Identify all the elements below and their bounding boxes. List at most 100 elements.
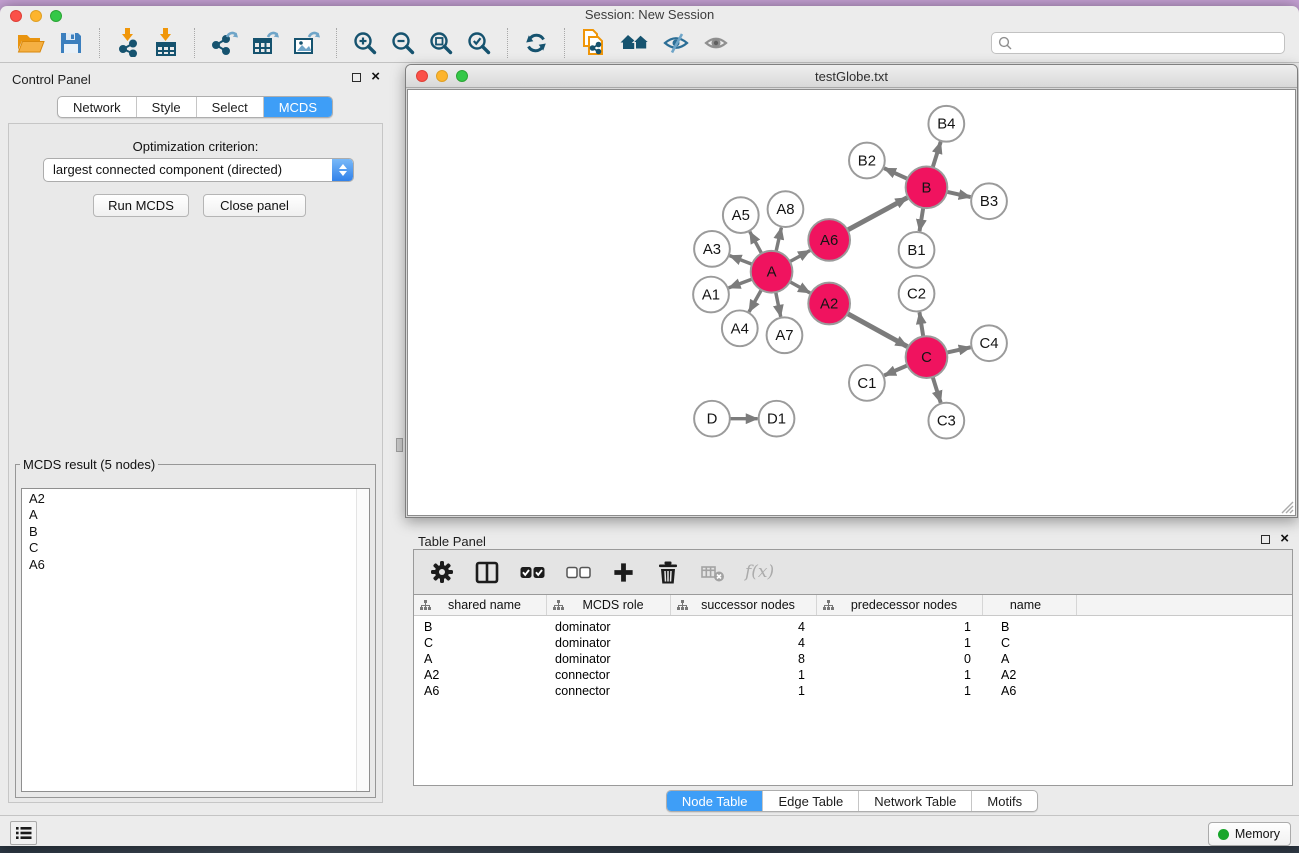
table-row[interactable]: B dominator 4 1 B [414,619,1292,635]
delete-column-button[interactable] [652,555,684,589]
cell-predecessor-nodes[interactable]: 1 [817,684,983,698]
edge-A-A1[interactable] [729,279,752,288]
cell-successor-nodes[interactable]: 1 [671,684,817,698]
task-history-button[interactable] [10,821,37,845]
resize-grip[interactable] [1278,498,1294,514]
import-table-button[interactable] [147,26,185,60]
tab-motifs[interactable]: Motifs [972,791,1037,811]
cell-successor-nodes[interactable]: 8 [671,652,817,666]
add-column-button[interactable] [608,555,639,589]
edge-A-A2[interactable] [790,282,810,293]
close-window-button[interactable] [416,70,428,82]
tab-edge-table[interactable]: Edge Table [763,791,859,811]
cell-predecessor-nodes[interactable]: 1 [817,668,983,682]
minimize-window-button[interactable] [436,70,448,82]
run-mcds-button[interactable]: Run MCDS [93,194,189,217]
cell-shared-name[interactable]: C [414,636,547,650]
cell-successor-nodes[interactable]: 4 [671,620,817,634]
cell-mcds-role[interactable]: connector [547,668,671,682]
cell-mcds-role[interactable]: dominator [547,636,671,650]
tab-select[interactable]: Select [197,97,264,117]
export-image-button[interactable] [286,26,327,60]
edge-A-A7[interactable] [776,292,781,317]
hide-details-button[interactable] [696,26,736,60]
cell-name[interactable]: A [983,652,1077,666]
column-header-name[interactable]: name [983,595,1077,615]
edge-B-B4[interactable] [933,142,941,168]
cell-successor-nodes[interactable]: 1 [671,668,817,682]
edge-A-A8[interactable] [776,228,781,252]
edge-C-C4[interactable] [947,347,971,352]
cell-successor-nodes[interactable]: 4 [671,636,817,650]
export-table-button[interactable] [245,26,286,60]
cell-mcds-role[interactable]: connector [547,684,671,698]
zoom-out-button[interactable] [384,26,422,60]
edge-A2-C[interactable] [847,314,907,347]
edge-B-B2[interactable] [884,168,907,179]
float-panel-icon[interactable] [352,73,361,82]
list-item[interactable]: B [29,524,355,540]
column-header-mcds-role[interactable]: MCDS role [547,595,671,615]
list-item[interactable]: C [29,540,355,556]
network-overview-button[interactable] [613,26,656,60]
import-network-button[interactable] [109,26,147,60]
network-canvas[interactable]: B4B2BB3A8A5A6A3B1AC2A1A2A4A7C4CC1DD1C3 [407,89,1296,516]
column-header-predecessor-nodes[interactable]: predecessor nodes [817,595,983,615]
cell-predecessor-nodes[interactable]: 1 [817,620,983,634]
tab-network-table[interactable]: Network Table [859,791,972,811]
edge-C-C2[interactable] [919,312,923,336]
table-row[interactable]: C dominator 4 1 C [414,635,1292,651]
edge-C-C3[interactable] [933,377,941,403]
cell-shared-name[interactable]: A6 [414,684,547,698]
zoom-window-button[interactable] [456,70,468,82]
mcds-result-list[interactable]: A2 A B C A6 [21,488,370,792]
cell-shared-name[interactable]: A2 [414,668,547,682]
graphics-details-button[interactable] [656,26,696,60]
zoom-in-button[interactable] [346,26,384,60]
cell-mcds-role[interactable]: dominator [547,620,671,634]
close-panel-icon[interactable]: × [371,72,380,82]
cell-name[interactable]: C [983,636,1077,650]
search-input[interactable] [1016,35,1278,50]
list-item[interactable]: A6 [29,557,355,573]
edge-A-A5[interactable] [750,232,762,254]
close-panel-icon[interactable]: × [1280,534,1289,544]
cell-predecessor-nodes[interactable]: 1 [817,636,983,650]
cell-name[interactable]: A6 [983,684,1077,698]
clone-network-button[interactable] [574,26,613,60]
list-item[interactable]: A2 [29,491,355,507]
cell-shared-name[interactable]: A [414,652,547,666]
cell-name[interactable]: B [983,620,1077,634]
refresh-view-button[interactable] [517,26,555,60]
cell-predecessor-nodes[interactable]: 0 [817,652,983,666]
edge-C-C1[interactable] [884,365,907,375]
close-window-button[interactable] [10,10,22,22]
optimization-criterion-dropdown[interactable]: largest connected component (directed) [43,158,354,182]
zoom-selected-button[interactable] [460,26,498,60]
edge-A-A6[interactable] [790,250,810,261]
select-all-columns-button[interactable] [516,555,549,589]
open-file-button[interactable] [10,26,52,60]
save-session-button[interactable] [52,26,90,60]
close-panel-button[interactable]: Close panel [203,194,306,217]
tab-network[interactable]: Network [58,97,137,117]
edge-B-B1[interactable] [919,208,923,231]
vertical-split-handle[interactable] [396,438,403,452]
search-field[interactable] [991,32,1285,54]
table-row[interactable]: A6 connector 1 1 A6 [414,683,1292,699]
float-panel-icon[interactable] [1261,535,1270,544]
edge-A6-B[interactable] [847,198,907,230]
edge-A-A3[interactable] [730,256,752,265]
edge-A-A4[interactable] [749,290,761,312]
column-header-successor-nodes[interactable]: successor nodes [671,595,817,615]
list-item[interactable]: A [29,507,355,523]
edge-B-B3[interactable] [947,192,971,197]
cell-name[interactable]: A2 [983,668,1077,682]
tab-node-table[interactable]: Node Table [667,791,764,811]
table-row[interactable]: A dominator 8 0 A [414,651,1292,667]
split-view-button[interactable] [471,555,503,589]
deselect-all-columns-button[interactable] [562,555,595,589]
cell-mcds-role[interactable]: dominator [547,652,671,666]
tab-style[interactable]: Style [137,97,197,117]
zoom-fit-button[interactable] [422,26,460,60]
